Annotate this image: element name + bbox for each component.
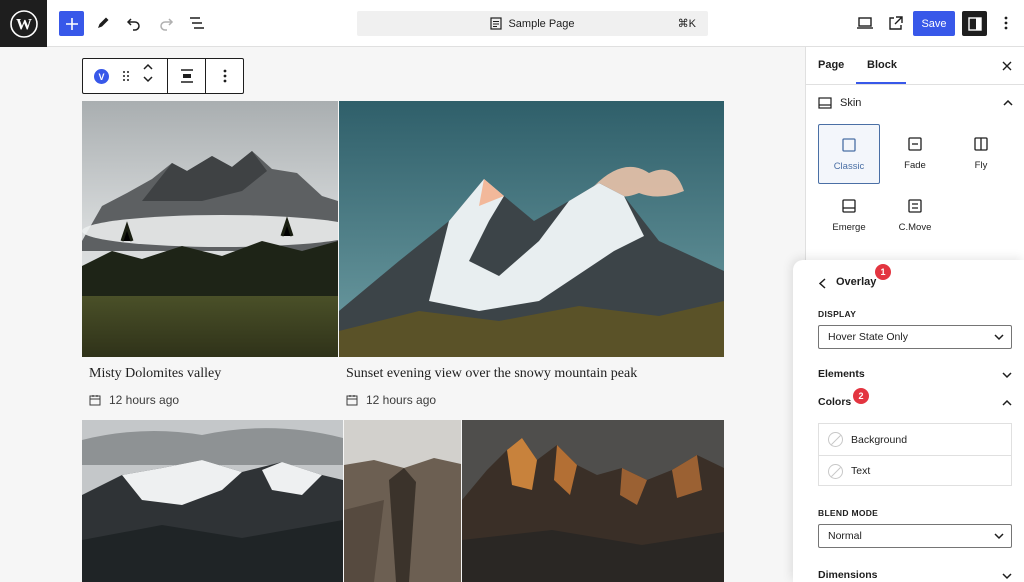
color-item-label: Text: [851, 465, 871, 477]
settings-sidebar-toggle[interactable]: [962, 11, 987, 36]
post-image-canyon[interactable]: [344, 420, 461, 582]
toolbar-divider: [205, 59, 206, 93]
editor-topbar: W Sample Page ⌘K Save: [0, 0, 1024, 47]
post-date: 12 hours ago: [89, 393, 179, 407]
post-image-snowy-ridge[interactable]: [82, 420, 343, 582]
post-card-2: Sunset evening view over the snowy mount…: [339, 357, 724, 417]
color-settings-list: Background Text: [818, 423, 1012, 486]
svg-text:W: W: [16, 16, 32, 33]
active-tab-indicator: [856, 82, 906, 84]
skin-option-label: Fade: [904, 160, 926, 171]
options-menu-icon[interactable]: [993, 10, 1019, 36]
skin-option-fade[interactable]: Fade: [884, 124, 946, 184]
chevron-up-icon: [1003, 100, 1013, 106]
editor-canvas: V Misty Dolomites valley 12 hours ago Su…: [0, 47, 805, 582]
post-time: 12 hours ago: [109, 393, 180, 407]
block-type-badge[interactable]: V: [94, 69, 109, 84]
close-icon[interactable]: [1000, 59, 1014, 73]
colors-section-header[interactable]: Colors: [818, 396, 1012, 412]
blend-mode-label: BLEND MODE: [818, 508, 879, 518]
save-button[interactable]: Save: [913, 11, 955, 36]
blend-mode-value: Normal: [828, 530, 862, 542]
colors-label: Colors: [818, 396, 852, 408]
display-select[interactable]: Hover State Only: [818, 325, 1012, 349]
chevron-up-icon: [1002, 399, 1012, 406]
skin-panel-header[interactable]: Skin: [818, 95, 1013, 111]
tab-block[interactable]: Block: [867, 59, 897, 71]
pen-tool-icon[interactable]: [90, 10, 116, 36]
overlay-title: Overlay: [836, 276, 877, 288]
skin-option-cmove[interactable]: C.Move: [884, 186, 946, 246]
wordpress-logo-icon[interactable]: W: [0, 0, 47, 47]
empty-color-swatch-icon: [828, 432, 843, 447]
desktop-preview-icon[interactable]: [852, 10, 878, 36]
page-icon: [490, 17, 503, 30]
chevron-down-icon: [994, 334, 1004, 341]
empty-color-swatch-icon: [828, 463, 843, 479]
calendar-icon: [346, 395, 358, 406]
bottom-bar-square-icon: [842, 199, 856, 213]
post-card-1: Misty Dolomites valley 12 hours ago: [82, 357, 338, 417]
minus-square-icon: [908, 137, 922, 151]
chevron-down-icon: [1002, 573, 1012, 580]
dimensions-section-header[interactable]: Dimensions: [818, 569, 1012, 582]
block-toolbar: V: [82, 58, 244, 94]
step-badge-1: 1: [875, 264, 891, 280]
skin-option-label: C.Move: [898, 222, 932, 233]
skin-option-label: Classic: [833, 161, 865, 172]
blend-mode-select[interactable]: Normal: [818, 524, 1012, 548]
move-up-down-icon[interactable]: [138, 63, 158, 83]
post-title[interactable]: Misty Dolomites valley: [89, 366, 221, 382]
undo-icon[interactable]: [121, 10, 147, 36]
color-item-label: Background: [851, 433, 908, 446]
post-title[interactable]: Sunset evening view over the snowy mount…: [346, 366, 637, 382]
redo-icon[interactable]: [153, 10, 179, 36]
skin-option-label: Emerge: [832, 222, 866, 233]
skin-option-emerge[interactable]: Emerge: [818, 186, 880, 246]
document-overview-icon[interactable]: [184, 10, 210, 36]
color-item-text[interactable]: Text: [819, 455, 1011, 486]
elements-section-header[interactable]: Elements: [818, 368, 1012, 384]
toolbar-divider: [167, 59, 168, 93]
display-value: Hover State Only: [828, 331, 908, 343]
drag-handle-icon[interactable]: [116, 66, 136, 86]
document-title: Sample Page: [508, 17, 575, 30]
post-time: 12 hours ago: [366, 393, 437, 407]
stacked-square-icon: [908, 199, 922, 213]
sidebar-icon: [967, 16, 982, 31]
post-date: 12 hours ago: [346, 393, 436, 407]
post-image-snowy-peak[interactable]: [339, 101, 724, 357]
overlay-settings-panel: Overlay 1 DISPLAY Hover State Only Eleme…: [793, 260, 1024, 582]
chevron-down-icon: [994, 533, 1004, 540]
external-link-icon[interactable]: [882, 10, 908, 36]
sidebar-tabs: Page Block: [806, 47, 1024, 85]
skin-label: Skin: [840, 97, 862, 109]
align-center-icon[interactable]: [177, 66, 197, 86]
dimensions-label: Dimensions: [818, 569, 878, 581]
skin-icon: [818, 97, 832, 109]
calendar-icon: [89, 395, 101, 406]
post-image-misty-dolomites[interactable]: [82, 101, 338, 357]
back-chevron-icon[interactable]: [815, 276, 829, 290]
display-label: DISPLAY: [818, 309, 857, 319]
split-square-icon: [974, 137, 988, 151]
square-icon: [842, 138, 856, 152]
color-item-background[interactable]: Background: [819, 424, 1011, 455]
shortcut-hint: ⌘K: [677, 18, 696, 30]
tab-page[interactable]: Page: [818, 59, 844, 71]
skin-option-classic[interactable]: Classic: [818, 124, 880, 184]
skin-option-label: Fly: [974, 160, 988, 171]
add-block-button[interactable]: [59, 11, 84, 36]
skin-option-fly[interactable]: Fly: [950, 124, 1012, 184]
post-image-towers[interactable]: [462, 420, 724, 582]
more-options-icon[interactable]: [215, 66, 235, 86]
step-badge-2: 2: [853, 388, 869, 404]
elements-label: Elements: [818, 368, 865, 380]
command-palette-bar[interactable]: Sample Page ⌘K: [357, 11, 708, 36]
chevron-down-icon: [1002, 372, 1012, 379]
